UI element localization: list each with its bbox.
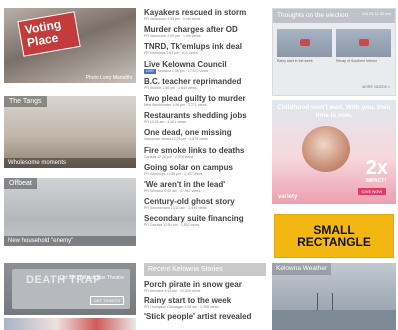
video-thumbnail[interactable] bbox=[277, 29, 332, 57]
widget-header: Thoughts on the election Oct 25 11:00 am bbox=[273, 9, 395, 23]
ad-2x-text: 2x bbox=[365, 157, 388, 179]
kelowna-weather-widget[interactable]: Kelowna Weather bbox=[272, 263, 396, 330]
lake-water bbox=[272, 310, 396, 330]
headline-meta: Vancouver Island 12:26 pm · 4,879 views bbox=[144, 137, 208, 142]
variety-ad[interactable]: Childhood won't wait. With you, their ti… bbox=[272, 100, 396, 204]
widget-time: Oct 25 11:00 am bbox=[361, 11, 391, 16]
headline-title[interactable]: Going solar on campus bbox=[144, 163, 268, 172]
video-thumbnails bbox=[277, 29, 391, 57]
weather-title: Kelowna Weather bbox=[272, 263, 332, 275]
photo-caption: Wholesome moments bbox=[4, 158, 136, 168]
video-caption[interactable]: Recap of Southern Interior bbox=[336, 59, 391, 64]
live-badge: LIVE bbox=[144, 68, 156, 74]
video-thumbnail[interactable] bbox=[336, 29, 391, 57]
death-trap-ad-box: DEATH TRAP Oct 25-27 Black Box Theatre G… bbox=[12, 269, 130, 309]
headline-title[interactable]: Restaurants shedding jobs bbox=[144, 111, 268, 120]
headline-item[interactable]: Live Kelowna Council LIVE Kelowna 1:36 pm … bbox=[144, 60, 268, 77]
headline-meta-text: Kelowna 1:36 pm · 17,870 views bbox=[157, 68, 209, 73]
headline-meta: LIVE Kelowna 1:36 pm · 17,870 views bbox=[144, 68, 268, 74]
headline-title[interactable]: One dead, one missing bbox=[144, 128, 268, 137]
video-captions: Rainy start to the week Recap of Souther… bbox=[277, 59, 391, 64]
headline-item[interactable]: Restaurants shedding jobs PR 10:26 am · 4… bbox=[144, 111, 268, 128]
child-photo bbox=[302, 126, 350, 172]
death-trap-info: Oct 25-27 Black Box Theatre bbox=[59, 275, 124, 281]
the-tangs-photo[interactable]: The Tangs Wholesome moments bbox=[4, 96, 136, 168]
headline-item[interactable]: TNRD, Tk'emlups ink deal PR Kamloops 1:51… bbox=[144, 42, 268, 59]
recent-story-meta: PR Thompson Okanagan 4:00 am · 2,998 vie… bbox=[144, 305, 219, 309]
bottom-ad-strip[interactable] bbox=[4, 318, 136, 330]
recent-story-item[interactable]: Porch pirate in snow gear PR Kelowna 4:43… bbox=[144, 280, 268, 296]
headline-meta: PR Canada 12:54 am · 3,820 views bbox=[144, 223, 200, 228]
ad-impact-text: IMPACT! bbox=[365, 178, 386, 184]
headline-item[interactable]: One dead, one missing Vancouver Island 12… bbox=[144, 128, 268, 145]
headline-title[interactable]: Kayakers rescued in storm bbox=[144, 8, 268, 17]
headline-item[interactable]: 'We aren't in the lead' PR Kelowna 4:40 a… bbox=[144, 180, 268, 197]
headline-meta: PR Kelowna 4:40 am · 47,967 views bbox=[144, 188, 201, 193]
death-trap-ad[interactable]: DEATH TRAP Oct 25-27 Black Box Theatre G… bbox=[4, 263, 136, 315]
headline-meta: PR Vancouver 2:09 pm · 1.9m views bbox=[144, 34, 201, 39]
headline-meta: PR Kamloops 1:51 pm · 671 views bbox=[144, 51, 198, 56]
headline-item[interactable]: Going solar on campus PR Kamloops 12:55 p… bbox=[144, 163, 268, 180]
variety-logo: variety bbox=[278, 194, 298, 200]
recent-story-title[interactable]: Rainy start to the week bbox=[144, 296, 268, 305]
video-caption[interactable]: Rainy start to the week bbox=[277, 59, 332, 64]
headline-item[interactable]: Fire smoke links to deaths Canada 12:28 p… bbox=[144, 146, 268, 163]
play-icon bbox=[299, 39, 310, 46]
photo-caption: New household "enemy" bbox=[4, 236, 136, 246]
headline-title[interactable]: Century-old ghost story bbox=[144, 197, 268, 206]
headline-item[interactable]: Murder charges after OD PR Vancouver 2:09… bbox=[144, 25, 268, 42]
headline-title[interactable]: Fire smoke links to deaths bbox=[144, 146, 268, 155]
play-icon bbox=[358, 39, 369, 46]
headline-title[interactable]: Murder charges after OD bbox=[144, 25, 268, 34]
small-rectangle-ad[interactable]: SMALL RECTANGLE bbox=[274, 214, 394, 258]
headline-title[interactable]: 'We aren't in the lead' bbox=[144, 180, 268, 189]
headline-title[interactable]: Live Kelowna Council bbox=[144, 60, 268, 69]
headline-item[interactable]: Kayakers rescued in storm PR Vancouver 2:… bbox=[144, 8, 268, 25]
headline-title[interactable]: Secondary suite financing bbox=[144, 214, 268, 223]
headline-title[interactable]: B.C. teacher reprimanded bbox=[144, 77, 268, 86]
recent-stories-list: Porch pirate in snow gear PR Kelowna 4:43… bbox=[144, 280, 268, 328]
headline-meta: PR 10:26 am · 4,621 views bbox=[144, 120, 187, 125]
widget-title: Thoughts on the election bbox=[277, 12, 349, 19]
recent-story-item[interactable]: 'Stick people' artist revealed bbox=[144, 312, 268, 328]
headline-title[interactable]: Two plead guilty to murder bbox=[144, 94, 268, 103]
headline-item[interactable]: Secondary suite financing PR Canada 12:54… bbox=[144, 214, 268, 231]
recent-stories-header[interactable]: Recent Kelowna Stories bbox=[144, 263, 266, 276]
recent-story-title[interactable]: 'Stick people' artist revealed bbox=[144, 312, 268, 321]
headline-meta: PR Summerland 12:10 am · 2,949 views bbox=[144, 206, 207, 211]
voting-place-sign: Voting Place bbox=[17, 11, 81, 57]
headline-meta: PR Victoria 1:56 pm · 1,049 views bbox=[144, 85, 197, 90]
recent-story-title[interactable]: Porch pirate in snow gear bbox=[144, 280, 268, 289]
headline-item[interactable]: Century-old ghost story PR Summerland 12:… bbox=[144, 197, 268, 214]
headline-title[interactable]: TNRD, Tk'emlups ink deal bbox=[144, 42, 268, 51]
election-video-widget: Thoughts on the election Oct 25 11:00 am… bbox=[272, 8, 396, 96]
recent-story-meta: PR Kelowna 4:43 am · 20,306 views bbox=[144, 289, 201, 293]
offbeat-photo[interactable]: Offbeat New household "enemy" bbox=[4, 178, 136, 246]
headline-item[interactable]: Two plead guilty to murder New Westminste… bbox=[144, 94, 268, 111]
headline-meta: New Westminster 1:56 pm · 2,771 views bbox=[144, 102, 207, 107]
get-tickets-button[interactable]: GET TICKETS bbox=[89, 296, 124, 305]
headline-list: Kayakers rescued in storm PR Vancouver 2:… bbox=[144, 8, 268, 231]
voting-place-photo[interactable]: Voting Place Photo Lorry Mariatthi bbox=[4, 8, 136, 83]
headline-meta: Canada 12:28 pm · 2,979 views bbox=[144, 154, 194, 159]
more-videos-link[interactable]: MORE VIDEOS > bbox=[362, 85, 390, 89]
photo-tag: Offbeat bbox=[4, 178, 37, 189]
photo-credit: Photo Lorry Mariatthi bbox=[85, 75, 132, 81]
headline-item[interactable]: B.C. teacher reprimanded PR Victoria 1:56… bbox=[144, 77, 268, 94]
variety-ad-text: Childhood won't wait. With you, their ti… bbox=[277, 104, 391, 119]
recent-story-item[interactable]: Rainy start to the week PR Thompson Okana… bbox=[144, 296, 268, 312]
headline-meta: PR Kamloops 12:55 pm · 2,397 views bbox=[144, 171, 203, 176]
headline-meta: PR Vancouver 2:53 pm · 1 sm views bbox=[144, 17, 201, 21]
give-now-button[interactable]: GIVE NOW bbox=[357, 188, 386, 195]
photo-tag: The Tangs bbox=[4, 96, 47, 107]
